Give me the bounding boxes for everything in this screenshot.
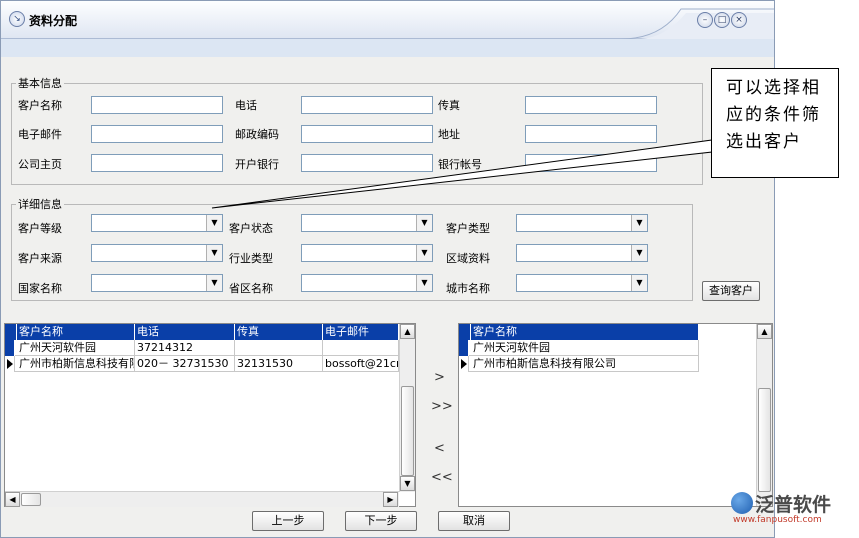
annotation-line: 应的条件筛: [726, 105, 821, 125]
annotation-callout: 可以选择相 应的条件筛 选出客户: [711, 68, 839, 178]
annotation-line: 可以选择相: [726, 78, 821, 98]
annotation-line: 选出客户: [726, 132, 802, 152]
brand-name: 泛普软件: [755, 494, 832, 516]
brand-url: www.fanpusoft.com: [733, 515, 822, 525]
brand-logo-icon: [731, 492, 753, 514]
